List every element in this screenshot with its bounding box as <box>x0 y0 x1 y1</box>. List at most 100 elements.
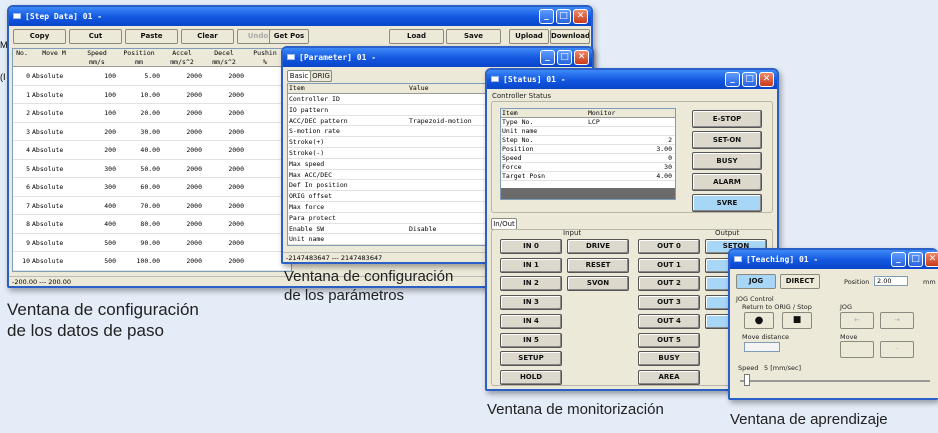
minimize-icon[interactable]: _ <box>725 72 740 87</box>
table-cell <box>245 67 285 85</box>
table-row[interactable]: 4 Absolute 200 40.00 2000 2000 <box>13 141 291 160</box>
position-field[interactable]: 2.00 <box>874 276 908 286</box>
input-button-4[interactable]: IN 4 <box>500 313 562 329</box>
move-distance-field[interactable] <box>744 342 780 352</box>
table-cell: 100 <box>104 72 116 80</box>
table-cell: 2000 <box>228 257 244 265</box>
table-row[interactable]: 6 Absolute 300 60.00 2000 2000 <box>13 178 291 197</box>
close-icon[interactable]: ✕ <box>574 50 589 65</box>
output-button-5[interactable]: OUT 5 <box>638 332 700 348</box>
table-cell: 2000 <box>186 109 202 117</box>
load-button[interactable]: Load <box>389 29 444 44</box>
table-row: Force 30 <box>501 163 675 172</box>
jog-plus-button[interactable]: → <box>880 312 914 329</box>
table-row[interactable]: 0 Absolute 100 5.00 2000 2000 <box>13 67 291 86</box>
table-row[interactable]: 8 Absolute 400 80.00 2000 2000 <box>13 215 291 234</box>
stop-button[interactable]: ■ <box>782 312 812 329</box>
output-button-4[interactable]: OUT 4 <box>638 313 700 329</box>
maximize-icon[interactable]: □ <box>557 50 572 65</box>
table-cell: 400 <box>104 220 116 228</box>
input-button-7[interactable]: HOLD <box>500 369 562 385</box>
maximize-icon[interactable]: □ <box>742 72 757 87</box>
minimize-icon[interactable]: _ <box>539 9 554 24</box>
get-pos-button[interactable]: Get Pos <box>269 29 309 44</box>
table-row[interactable]: 3 Absolute 200 30.00 2000 2000 <box>13 123 291 141</box>
step-data-titlebar[interactable]: [Step Data] 01 - _ □ ✕ <box>9 7 591 26</box>
set-on-button[interactable]: SET-ON <box>692 131 762 149</box>
tab-basic[interactable]: Basic <box>287 70 311 82</box>
upload-button[interactable]: Upload <box>509 29 549 44</box>
clear-button[interactable]: Clear <box>181 29 234 44</box>
input-button-1[interactable]: IN 1 <box>500 257 562 273</box>
input-button-2[interactable]: IN 2 <box>500 276 562 292</box>
close-icon[interactable]: ✕ <box>573 9 588 24</box>
col-accel: Accel mm/s^2 <box>170 49 194 66</box>
table-cell: 8 <box>26 220 30 228</box>
input-extra-0[interactable]: DRIVE <box>567 239 629 254</box>
table-cell: Para protect <box>289 213 336 222</box>
paste-button[interactable]: Paste <box>125 29 178 44</box>
jog-mode-button[interactable]: JOG <box>736 274 776 289</box>
download-button[interactable]: Download <box>550 29 590 44</box>
speed-slider-thumb[interactable] <box>743 374 750 386</box>
teaching-titlebar[interactable]: [Teaching] 01 - _ □ ✕ <box>730 250 938 269</box>
table-cell: Absolute <box>32 164 64 173</box>
tab-orig[interactable]: ORIG <box>310 70 332 82</box>
output-button-6[interactable]: BUSY <box>638 351 700 367</box>
table-cell: Absolute <box>32 72 64 80</box>
table-row[interactable]: 9 Absolute 500 90.00 2000 2000 <box>13 234 291 252</box>
window-icon <box>13 13 21 19</box>
close-icon[interactable]: ✕ <box>759 72 774 87</box>
table-cell: 50.00 <box>140 164 160 173</box>
busy-button[interactable]: BUSY <box>692 152 762 170</box>
table-cell: Absolute <box>32 109 64 117</box>
table-cell: Absolute <box>32 257 64 265</box>
col-item: Item <box>289 84 305 92</box>
maximize-icon[interactable]: □ <box>908 252 923 267</box>
jog-minus-button[interactable]: ← <box>840 312 874 329</box>
alarm-button[interactable]: ALARM <box>692 173 762 191</box>
parameter-titlebar[interactable]: [Parameter] 01 - _ □ ✕ <box>283 48 592 67</box>
output-button-3[interactable]: OUT 3 <box>638 295 700 311</box>
table-cell: 500 <box>104 238 116 247</box>
output-button-0[interactable]: OUT 0 <box>638 239 700 254</box>
e-stop-button[interactable]: E-STOP <box>692 110 762 128</box>
input-button-0[interactable]: IN 0 <box>500 239 562 254</box>
output-button-1[interactable]: OUT 1 <box>638 257 700 273</box>
table-row: Position 3.00 <box>501 145 675 154</box>
output-button-2[interactable]: OUT 2 <box>638 276 700 292</box>
table-row[interactable]: 1 Absolute 100 10.00 2000 2000 <box>13 86 291 104</box>
table-row[interactable]: 2 Absolute 100 20.00 2000 2000 <box>13 104 291 123</box>
table-cell: 2000 <box>186 220 202 228</box>
table-cell: 2000 <box>186 164 202 173</box>
table-cell: 400 <box>104 201 116 210</box>
input-button-6[interactable]: SETUP <box>500 351 562 367</box>
input-extra-1[interactable]: RESET <box>567 257 629 273</box>
output-button-7[interactable]: AREA <box>638 369 700 385</box>
input-button-3[interactable]: IN 3 <box>500 295 562 311</box>
input-button-5[interactable]: IN 5 <box>500 332 562 348</box>
close-icon[interactable]: ✕ <box>925 252 938 267</box>
table-cell: 3 <box>26 127 30 136</box>
status-titlebar[interactable]: [Status] 01 - _ □ ✕ <box>487 70 777 89</box>
move-plus-button[interactable]: · <box>880 341 914 358</box>
direct-mode-button[interactable]: DIRECT <box>780 274 820 289</box>
table-row[interactable]: 5 Absolute 300 50.00 2000 2000 <box>13 160 291 178</box>
table-row[interactable]: 7 Absolute 400 70.00 2000 2000 <box>13 197 291 215</box>
cut-button[interactable]: Cut <box>69 29 122 44</box>
maximize-icon[interactable]: □ <box>556 9 571 24</box>
save-button[interactable]: Save <box>446 29 501 44</box>
table-cell: 2000 <box>186 183 202 191</box>
table-cell: Max force <box>289 202 325 211</box>
move-minus-button[interactable] <box>840 341 874 358</box>
minimize-icon[interactable]: _ <box>540 50 555 65</box>
table-cell: 7 <box>26 201 30 210</box>
input-extra-2[interactable]: SVON <box>567 276 629 292</box>
table-row[interactable]: 10 Absolute 500 100.00 2000 2000 <box>13 252 291 271</box>
svre-button[interactable]: SVRE <box>692 194 762 212</box>
table-cell: Stroke(+) <box>289 138 325 147</box>
return-orig-button[interactable]: ● <box>744 312 774 329</box>
speed-slider-track[interactable] <box>740 380 930 382</box>
minimize-icon[interactable]: _ <box>891 252 906 267</box>
copy-button[interactable]: Copy <box>13 29 66 44</box>
